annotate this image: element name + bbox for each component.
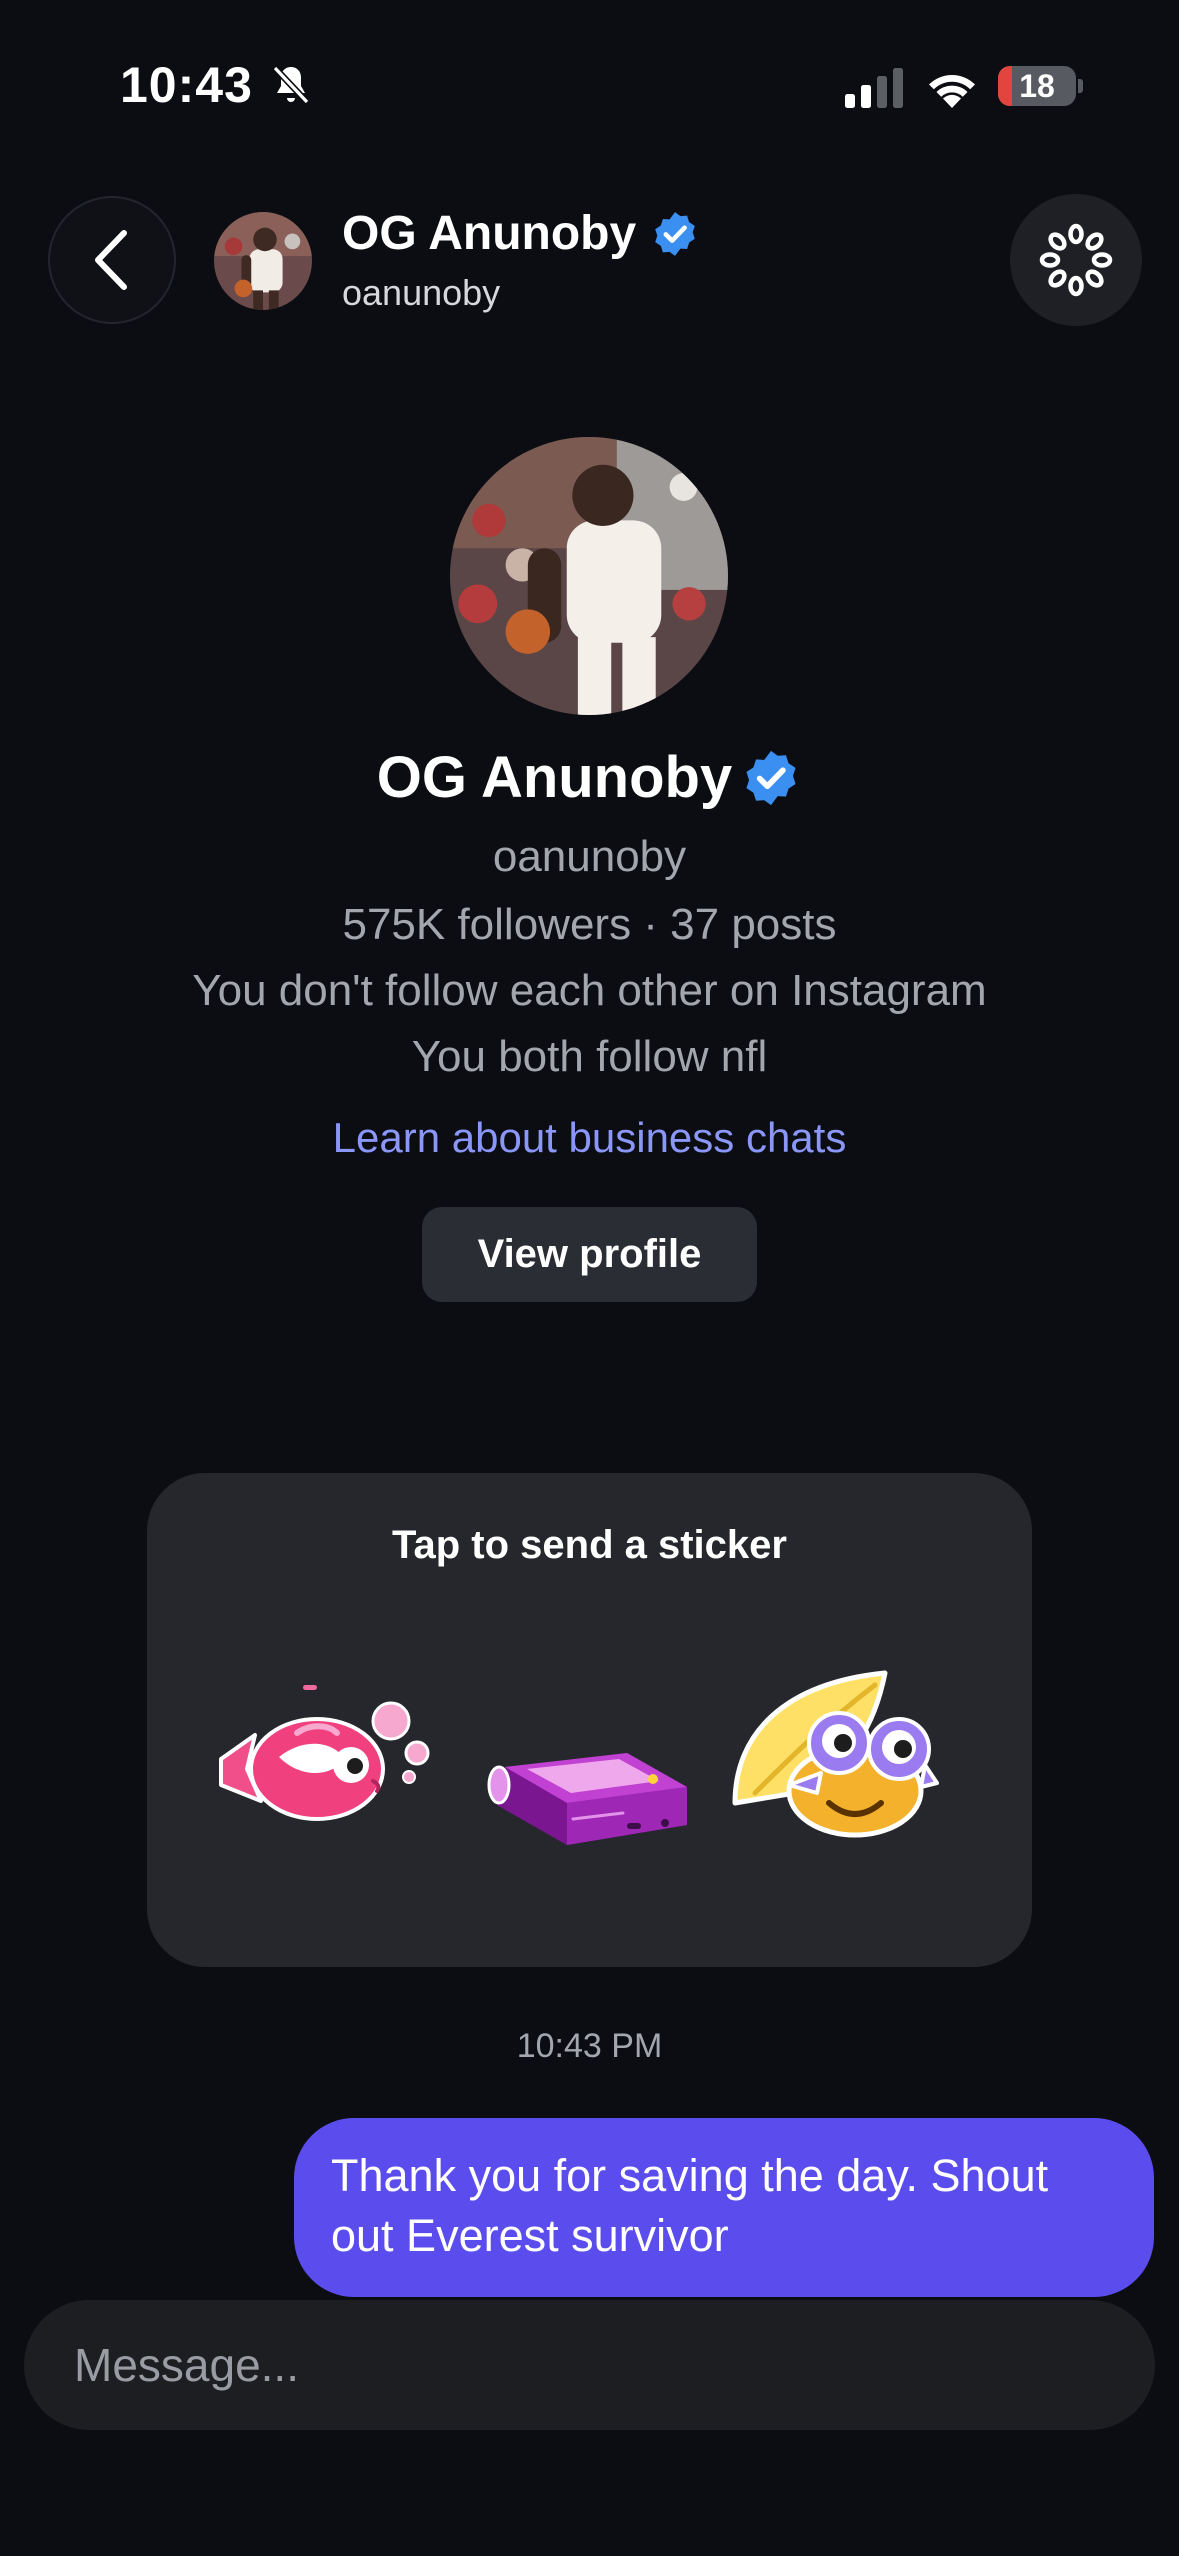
mutual-follow: You both follow nfl xyxy=(411,1032,768,1081)
header-username: oanunoby xyxy=(342,272,501,313)
clock-text: 10:43 xyxy=(120,57,253,113)
chevron-left-icon xyxy=(95,230,127,290)
sticker-prompt-title: Tap to send a sticker xyxy=(392,1523,787,1567)
profile-username: oanunoby xyxy=(492,832,687,881)
avatar-photo xyxy=(214,212,312,310)
view-profile-button[interactable]: View profile xyxy=(422,1207,757,1302)
message-timestamp: 10:43 PM xyxy=(516,2027,663,2065)
battery-level: 18 xyxy=(1019,67,1055,104)
profile-name-text: OG Anunoby xyxy=(376,745,733,810)
status-time: 10:43 xyxy=(120,56,315,114)
wifi-icon xyxy=(929,74,975,108)
profile-photo xyxy=(450,437,728,715)
learn-business-chats-link[interactable]: Learn about business chats xyxy=(0,1114,1179,1162)
profile-avatar[interactable] xyxy=(450,437,728,715)
verified-badge-icon xyxy=(655,211,695,256)
battery-icon: 18 xyxy=(998,66,1076,106)
bell-slash-icon xyxy=(272,65,310,105)
cellular-signal-icon xyxy=(845,68,903,108)
profile-name: OG Anunoby xyxy=(0,744,1179,811)
pager-sticker[interactable] xyxy=(477,1743,697,1863)
message-input[interactable] xyxy=(74,2300,1104,2430)
battery-nub xyxy=(1078,79,1083,93)
chat-theme-icon xyxy=(1039,223,1113,297)
message-composer[interactable] xyxy=(24,2300,1155,2430)
fish-sticker[interactable] xyxy=(213,1673,433,1853)
sticker-prompt-card: Tap to send a sticker xyxy=(147,1473,1032,1967)
outgoing-message-bubble[interactable]: Thank you for saving the day. Shout out … xyxy=(294,2118,1154,2297)
follow-status: You don't follow each other on Instagram xyxy=(192,966,987,1015)
leaf-creature-sticker[interactable] xyxy=(725,1653,955,1853)
chat-theme-button[interactable] xyxy=(1010,194,1142,326)
verified-badge-icon xyxy=(746,750,796,805)
profile-stats: 575K followers · 37 posts xyxy=(342,900,837,949)
header-title[interactable]: OG Anunoby xyxy=(342,206,700,261)
battery-fill xyxy=(998,66,1013,106)
header-avatar[interactable] xyxy=(214,212,312,310)
header-name-text: OG Anunoby xyxy=(342,207,637,260)
back-button[interactable] xyxy=(48,196,176,324)
